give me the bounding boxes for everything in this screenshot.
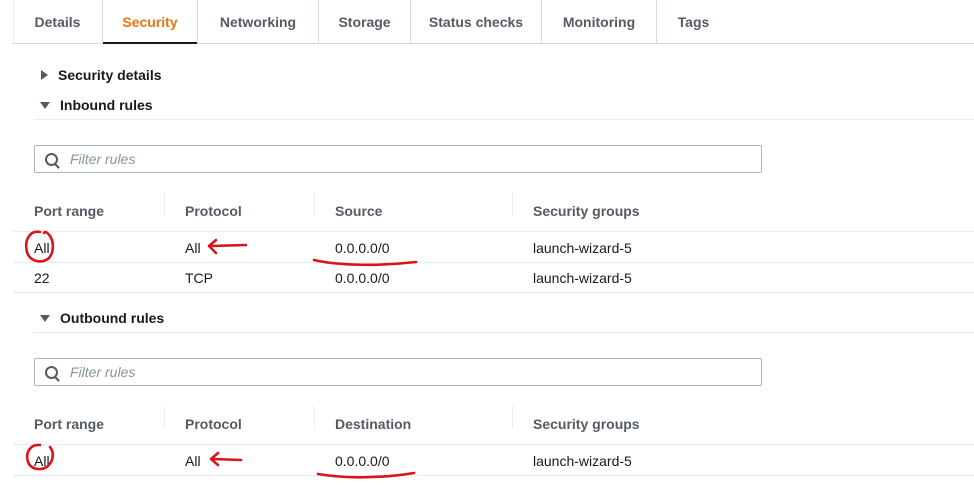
security-group-cell[interactable]: launch-wizard-5	[512, 240, 812, 256]
port-range-cell: All	[34, 452, 50, 469]
inbound-rules-label: Inbound rules	[60, 97, 153, 113]
inbound-filter-input[interactable]: Filter rules	[34, 145, 762, 173]
tab-storage[interactable]: Storage	[318, 0, 410, 43]
tab-monitoring[interactable]: Monitoring	[541, 0, 656, 43]
table-row: All All 0.0.0.0/0 launch-wizard-5	[13, 233, 974, 263]
inbound-table-header: Port range Protocol Source Security grou…	[13, 190, 974, 232]
source-cell: 0.0.0.0/0	[335, 239, 390, 256]
column-security-groups[interactable]: Security groups	[512, 192, 812, 219]
table-row: All All 0.0.0.0/0 launch-wizard-5	[13, 446, 974, 476]
port-range-cell: All	[34, 239, 50, 256]
column-protocol[interactable]: Protocol	[164, 405, 314, 432]
tab-status-checks[interactable]: Status checks	[410, 0, 541, 43]
outbound-filter-input[interactable]: Filter rules	[34, 358, 762, 386]
column-security-groups[interactable]: Security groups	[512, 405, 812, 432]
outbound-rules-label: Outbound rules	[60, 310, 165, 326]
table-row: 22 TCP 0.0.0.0/0 launch-wizard-5	[13, 263, 974, 293]
tab-security[interactable]: Security	[102, 0, 197, 44]
column-port-range[interactable]: Port range	[13, 416, 164, 432]
tab-tags[interactable]: Tags	[656, 0, 730, 43]
caret-down-icon	[40, 101, 50, 109]
destination-cell: 0.0.0.0/0	[335, 452, 390, 469]
column-port-range[interactable]: Port range	[13, 203, 164, 219]
column-destination[interactable]: Destination	[314, 405, 512, 432]
divider	[34, 119, 974, 120]
security-panel: Security details Inbound rules Filter ru…	[13, 44, 974, 491]
port-range-cell: 22	[34, 269, 50, 286]
search-icon	[45, 365, 58, 379]
source-cell: 0.0.0.0/0	[335, 269, 390, 286]
caret-down-icon	[40, 314, 50, 322]
outbound-table-header: Port range Protocol Destination Security…	[13, 403, 974, 445]
inbound-rules-toggle[interactable]: Inbound rules	[40, 97, 153, 113]
divider	[34, 332, 974, 333]
tab-details[interactable]: Details	[13, 0, 102, 43]
outbound-filter-placeholder: Filter rules	[70, 364, 136, 380]
column-protocol[interactable]: Protocol	[164, 192, 314, 219]
protocol-cell: TCP	[185, 269, 213, 286]
protocol-cell: All	[185, 452, 201, 469]
tab-bar: Details Security Networking Storage Stat…	[13, 0, 974, 44]
outbound-rules-toggle[interactable]: Outbound rules	[40, 310, 164, 326]
protocol-cell: All	[185, 239, 201, 256]
security-details-label: Security details	[58, 67, 162, 83]
security-group-cell[interactable]: launch-wizard-5	[512, 270, 812, 286]
tab-networking[interactable]: Networking	[197, 0, 318, 43]
inbound-filter-placeholder: Filter rules	[70, 151, 136, 167]
caret-right-icon	[41, 70, 48, 80]
security-group-cell[interactable]: launch-wizard-5	[512, 453, 812, 469]
search-icon	[45, 152, 58, 166]
security-details-toggle[interactable]: Security details	[41, 67, 162, 83]
column-source[interactable]: Source	[314, 192, 512, 219]
